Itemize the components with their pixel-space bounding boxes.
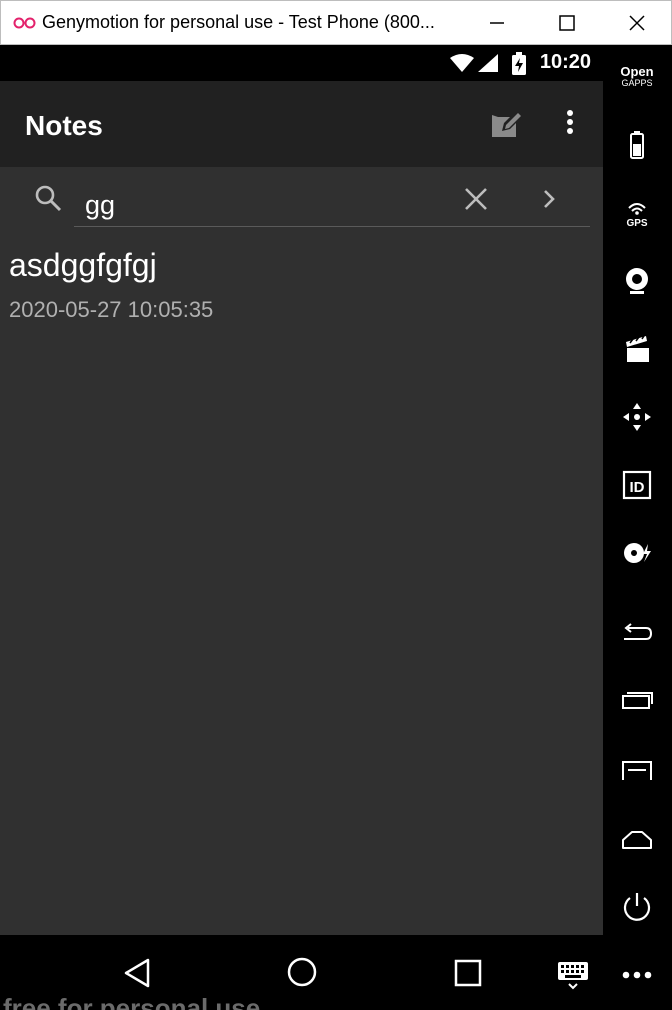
chevron-right-icon[interactable] bbox=[537, 185, 561, 213]
open-gapps-icon[interactable]: Open GAPPS bbox=[611, 65, 663, 89]
status-bar: 10:20 bbox=[0, 45, 603, 81]
signal-icon bbox=[478, 54, 498, 72]
device-id-icon: ID bbox=[622, 470, 652, 500]
overflow-menu-icon[interactable] bbox=[558, 108, 582, 138]
clear-icon[interactable] bbox=[462, 185, 490, 213]
open-gapps-line2: GAPPS bbox=[621, 78, 653, 88]
disk-io-icon bbox=[624, 543, 651, 563]
minimize-button[interactable] bbox=[467, 1, 527, 45]
navigation-bar: free for personal use bbox=[0, 935, 603, 1010]
app-title: Notes bbox=[25, 110, 103, 141]
window-titlebar: Genymotion for personal use - Test Phone… bbox=[0, 0, 672, 45]
more-tool[interactable] bbox=[617, 955, 657, 995]
webcam-icon bbox=[626, 268, 648, 294]
power-icon bbox=[623, 893, 651, 921]
maximize-button[interactable] bbox=[537, 1, 597, 45]
back-icon bbox=[624, 623, 653, 640]
list-item[interactable]: asdggfgfgj 2020-05-27 10:05:35 bbox=[0, 237, 603, 327]
search-query: gg bbox=[85, 190, 116, 220]
device-id-label: ID bbox=[630, 479, 645, 496]
close-icon bbox=[629, 15, 645, 31]
app-bar: Notes bbox=[0, 81, 603, 167]
dpad-tool[interactable] bbox=[617, 397, 657, 437]
minimize-icon bbox=[490, 22, 504, 24]
disk-io-tool[interactable] bbox=[617, 533, 657, 573]
back-tool[interactable] bbox=[617, 613, 657, 653]
recent-apps-icon bbox=[622, 692, 653, 709]
menu-tool[interactable] bbox=[617, 749, 657, 789]
status-time: 10:20 bbox=[539, 51, 591, 73]
back-icon[interactable] bbox=[120, 955, 156, 991]
search-icon bbox=[35, 185, 62, 212]
search-bar: gg bbox=[0, 167, 603, 229]
maximize-icon bbox=[559, 15, 575, 31]
webcam-tool[interactable] bbox=[617, 261, 657, 301]
notes-content: gg asdggfgfgj 2020-05-27 10:05:35 bbox=[0, 167, 603, 935]
recent-apps-tool[interactable] bbox=[617, 681, 657, 721]
note-date: 2020-05-27 10:05:35 bbox=[9, 297, 214, 322]
genymotion-logo-icon bbox=[13, 17, 36, 29]
close-button[interactable] bbox=[607, 1, 667, 45]
watermark: free for personal use bbox=[3, 993, 261, 1010]
new-note-icon[interactable] bbox=[488, 107, 522, 141]
keyboard-icon[interactable] bbox=[555, 955, 591, 991]
device-id-tool[interactable]: ID bbox=[617, 465, 657, 505]
media-icon bbox=[626, 335, 649, 362]
status-icons bbox=[450, 52, 526, 75]
home-tool[interactable] bbox=[617, 817, 657, 857]
gps-label: GPS bbox=[626, 218, 647, 229]
battery-icon bbox=[630, 131, 644, 159]
phone-screen: 10:20 Notes gg asdggfgfgj 2020-05-27 10:… bbox=[0, 45, 603, 1010]
open-gapps-line1: Open bbox=[620, 64, 654, 79]
gps-icon: GPS bbox=[626, 203, 648, 229]
dpad-icon bbox=[623, 403, 651, 431]
wifi-icon bbox=[450, 54, 474, 72]
media-tool[interactable] bbox=[617, 329, 657, 369]
home-icon[interactable] bbox=[284, 954, 320, 990]
battery-tool[interactable] bbox=[617, 125, 657, 165]
side-toolbar: Open GAPPS GPS ID bbox=[603, 45, 672, 1010]
power-tool[interactable] bbox=[617, 887, 657, 927]
battery-charging-icon bbox=[512, 52, 526, 75]
more-icon bbox=[622, 971, 652, 979]
window-title: Genymotion for personal use - Test Phone… bbox=[42, 12, 435, 32]
note-title: asdggfgfgj bbox=[9, 247, 157, 283]
menu-icon bbox=[622, 761, 652, 780]
home-icon bbox=[622, 831, 652, 849]
recents-icon[interactable] bbox=[450, 955, 486, 991]
gps-tool[interactable]: GPS bbox=[617, 193, 657, 233]
search-input[interactable]: gg bbox=[74, 175, 590, 227]
